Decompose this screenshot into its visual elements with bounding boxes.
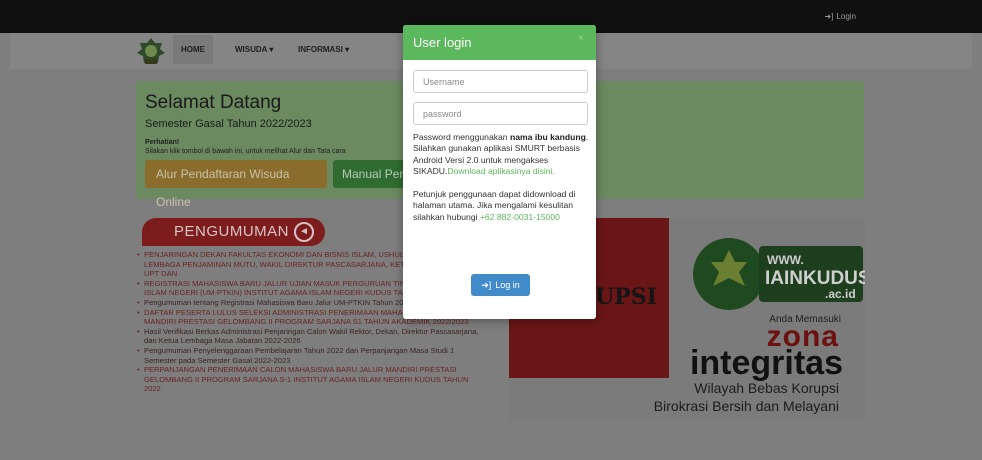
banner-line1: Wilayah Bebas Korupsi	[694, 380, 839, 396]
nav-informasi-label: INFORMASI	[298, 45, 343, 54]
nav-home[interactable]: HOME	[173, 35, 213, 64]
banner-site-tld: .ac.id	[825, 287, 856, 301]
notice-text: Silakan klik tombol di bawah ini, untuk …	[145, 148, 346, 155]
sign-in-icon: ➜]	[824, 12, 834, 21]
notice-label: Perhatian!	[145, 139, 180, 146]
login-button-label: Log in	[495, 280, 520, 290]
top-login-label: Login	[836, 12, 856, 21]
chevron-down-icon: ▾	[269, 45, 274, 54]
semester-subtitle: Semester Gasal Tahun 2022/2023	[145, 118, 312, 130]
download-app-link[interactable]: Download aplikasinya disini.	[447, 166, 554, 176]
modal-title: User login	[413, 35, 472, 50]
chevron-down-icon: ▾	[345, 45, 350, 54]
banner-integritas: integritas	[689, 344, 843, 382]
announcement-heading: PENGUMUMAN ◄	[142, 218, 325, 246]
banner-www: WWW.	[767, 253, 804, 267]
modal-header: User login ×	[403, 25, 596, 60]
bullhorn-icon: ◄	[294, 222, 314, 242]
iainkudus-emblem: WWW. IAINKUDUS .ac.id	[693, 238, 865, 310]
login-info: Password menggunakan nama ibu kandung. S…	[413, 132, 591, 235]
banner-partial-text: UPSI	[595, 284, 657, 310]
info-password-end: .	[585, 132, 589, 142]
password-input[interactable]	[413, 102, 588, 125]
help-phone-link[interactable]: +62 882-0031-15000	[480, 212, 560, 222]
announcement-title: PENGUMUMAN	[174, 223, 290, 240]
nav-informasi[interactable]: INFORMASI ▾	[298, 45, 349, 54]
nav-wisuda[interactable]: WISUDA ▾	[235, 45, 273, 54]
nav-wisuda-label: WISUDA	[235, 45, 268, 54]
banner-line2: Birokrasi Bersih dan Melayani	[653, 398, 839, 414]
manual-button[interactable]: Manual Pen	[333, 160, 405, 188]
iain-logo[interactable]	[136, 37, 166, 67]
list-item[interactable]: PERPANJANGAN PENERIMAAN CALON MAHASISWA …	[134, 365, 486, 394]
login-modal: User login × Password menggunakan nama i…	[403, 25, 596, 319]
banner-site-name: IAINKUDUS	[765, 268, 865, 289]
info-password-bold: nama ibu kandung	[509, 132, 586, 142]
top-login-link[interactable]: ➜] Login	[824, 12, 856, 21]
username-input[interactable]	[413, 70, 588, 93]
info-password-text: Password menggunakan	[413, 132, 510, 142]
alur-pendaftaran-button[interactable]: Alur Pendaftaran Wisuda Online	[145, 160, 327, 209]
list-item[interactable]: Hasil Verifikasi Berkas Administrasi Pen…	[134, 327, 486, 346]
close-icon[interactable]: ×	[578, 33, 584, 44]
welcome-title: Selamat Datang	[145, 92, 282, 113]
list-item[interactable]: Pengumuman Penyelenggaraan Pembelajaran …	[134, 346, 486, 365]
login-button[interactable]: ➜] Log in	[471, 274, 530, 296]
sign-in-icon: ➜]	[481, 279, 492, 290]
